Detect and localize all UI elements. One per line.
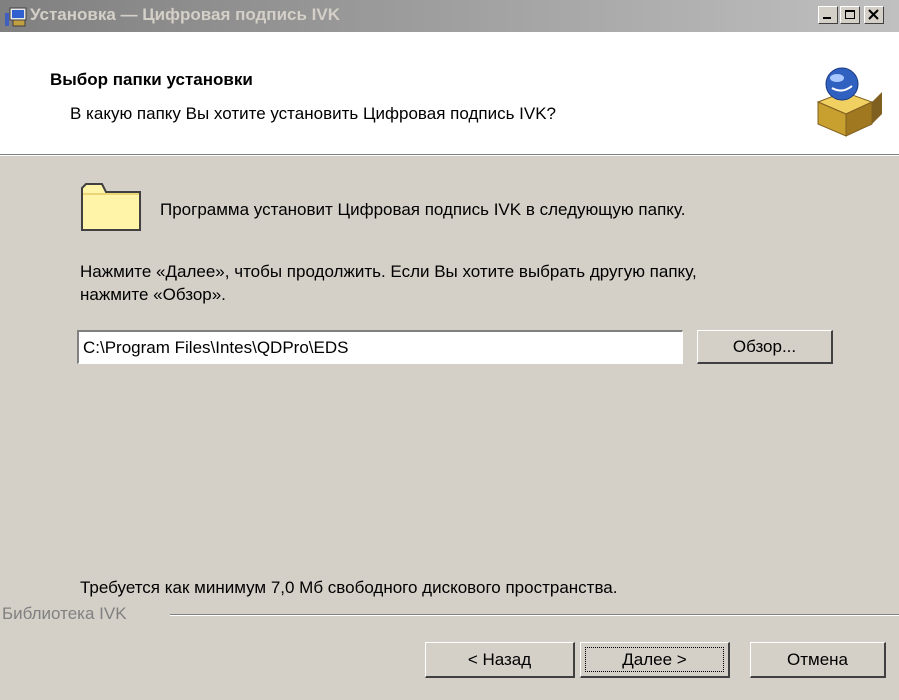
- page-title: Выбор папки установки: [50, 70, 253, 89]
- cancel-button-label: Отмена: [787, 649, 848, 669]
- folder-icon: [81, 183, 141, 231]
- close-button[interactable]: [864, 6, 884, 24]
- brand-label: Библиотека IVK: [2, 604, 131, 624]
- header-separator: [0, 154, 899, 156]
- wizard-header: Выбор папки установки В какую папку Вы х…: [0, 32, 899, 154]
- cancel-button[interactable]: Отмена: [750, 642, 886, 678]
- minimize-icon: [823, 17, 831, 19]
- install-path-input[interactable]: [77, 330, 683, 364]
- minimize-button[interactable]: [818, 6, 838, 24]
- back-button[interactable]: < Назад: [425, 642, 575, 678]
- close-icon: [868, 9, 879, 20]
- maximize-button[interactable]: [840, 6, 860, 24]
- window-title: Установка — Цифровая подпись IVK: [30, 5, 340, 24]
- instruction-text-line1: Нажмите «Далее», чтобы продолжить. Если …: [80, 262, 697, 281]
- browse-button[interactable]: Обзор...: [697, 330, 833, 364]
- next-button[interactable]: Далее >: [580, 642, 730, 678]
- disk-space-requirement: Требуется как минимум 7,0 Мб свободного …: [80, 578, 618, 597]
- installer-app-icon: [5, 7, 27, 27]
- focus-rectangle: [585, 647, 724, 672]
- back-button-label: < Назад: [467, 649, 532, 669]
- footer-separator: [170, 614, 899, 616]
- instruction-text-line2: нажмите «Обзор».: [80, 285, 226, 304]
- page-subtitle: В какую папку Вы хотите установить Цифро…: [70, 104, 557, 123]
- install-destination-info: Программа установит Цифровая подпись IVK…: [160, 200, 686, 219]
- maximize-icon: [845, 10, 855, 19]
- title-bar[interactable]: Установка — Цифровая подпись IVK: [0, 0, 899, 32]
- installer-window: Установка — Цифровая подпись IVK Выбор п…: [0, 0, 899, 700]
- setup-box-icon: [816, 67, 882, 137]
- browse-button-label: Обзор...: [732, 336, 797, 356]
